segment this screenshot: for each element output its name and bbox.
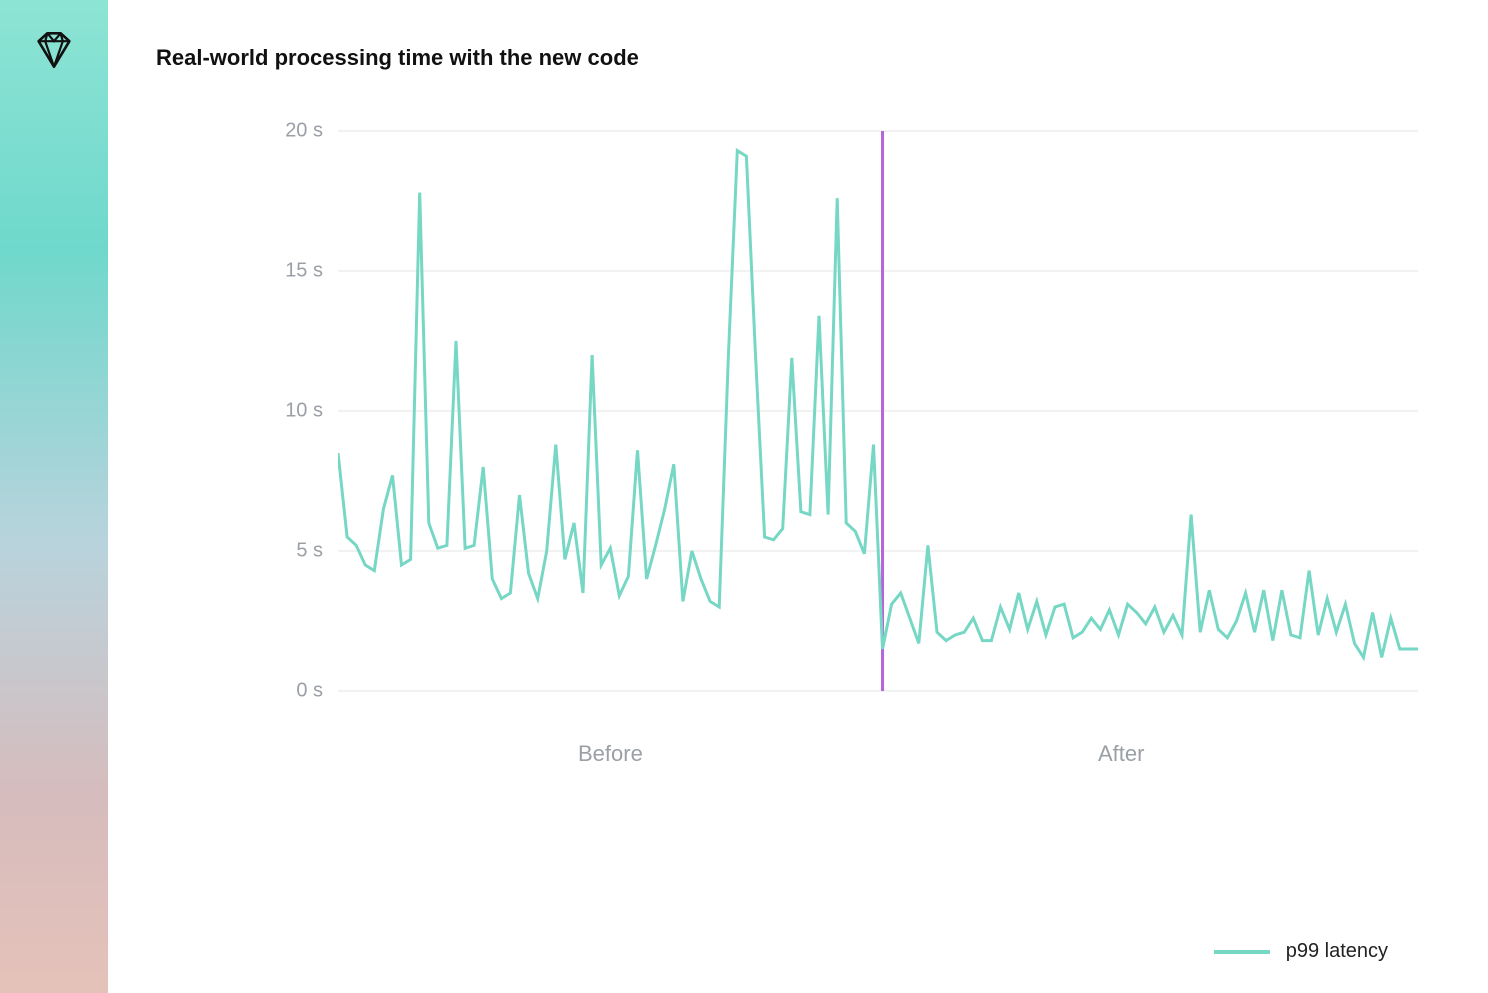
y-tick-label: 20 s [285,120,323,143]
chart-svg [338,101,1418,701]
main-content: Real-world processing time with the new … [108,0,1488,993]
sidebar [0,0,108,993]
y-tick-label: 15 s [285,260,323,283]
p99-latency-line [338,151,1418,658]
diamond-logo-icon [32,28,76,993]
chart: 20 s 15 s 10 s 5 s 0 s Before After [148,101,1428,821]
y-tick-label: 5 s [296,540,323,563]
chart-title: Real-world processing time with the new … [156,45,1448,71]
y-tick-label: 10 s [285,400,323,423]
x-section-label-before: Before [578,741,643,767]
legend-label: p99 latency [1286,940,1388,963]
x-section-label-after: After [1098,741,1144,767]
legend: p99 latency [1214,940,1388,963]
gridlines [338,131,1418,691]
legend-swatch [1214,950,1270,954]
page: Real-world processing time with the new … [0,0,1488,993]
y-tick-label: 0 s [296,680,323,703]
